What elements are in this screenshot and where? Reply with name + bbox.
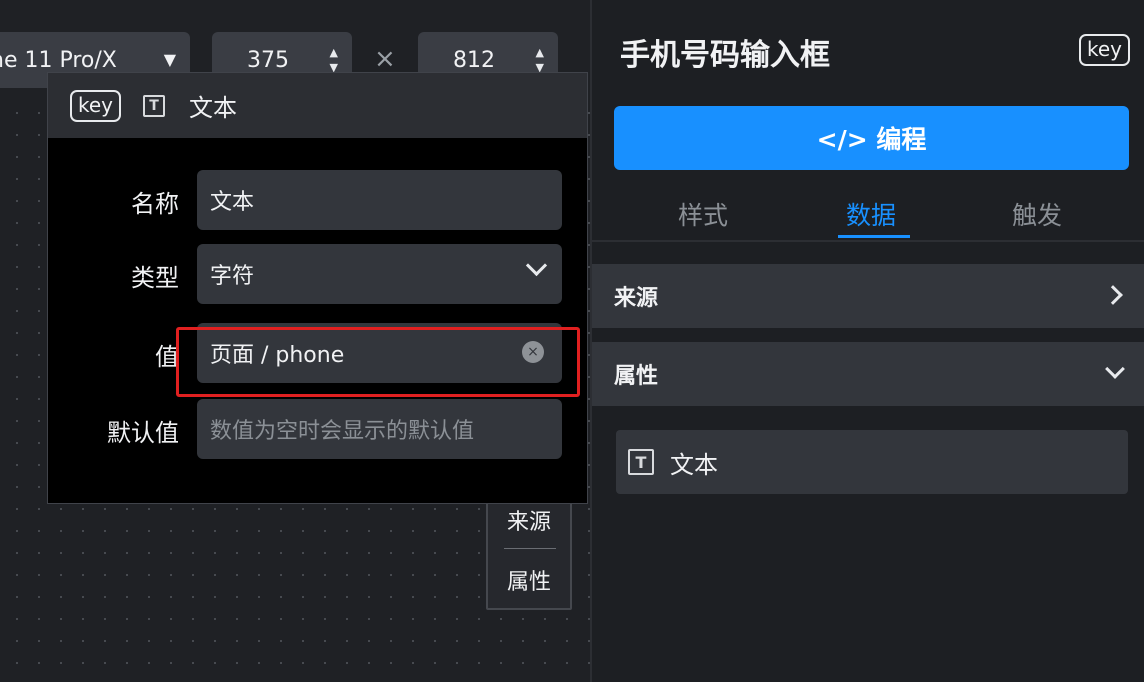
divider [504,548,556,549]
properties-panel: 手机号码输入框 key </> 编程 样式 数据 触发 来源 属性 T 文本 [590,0,1144,682]
type-row: 类型 字符 [48,244,589,306]
chevron-down-icon [1105,359,1125,379]
height-spinner-icon[interactable]: ▲ ▼ [536,45,544,75]
popup-title: 文本 [189,94,238,122]
value-field-highlight [176,327,580,397]
width-value: 375 [247,47,289,73]
panel-tabs: 样式 数据 触发 [592,190,1144,242]
default-value-input[interactable]: 数值为空时会显示的默认值 [197,399,562,459]
text-type-icon: T [143,94,166,117]
attribute-item-label: 文本 [670,450,718,479]
card-source-label: 来源 [506,510,551,535]
tab-data[interactable]: 数据 [846,196,896,232]
active-tab-indicator [838,235,910,238]
card-attrs-label: 属性 [506,570,551,595]
width-spinner-icon[interactable]: ▲ ▼ [330,45,338,75]
attribute-item-text[interactable]: T 文本 [616,430,1128,494]
name-input[interactable]: 文本 [197,170,562,230]
default-label: 默认值 [107,419,179,447]
times-icon: × [374,44,396,74]
field-edit-popup: key T 文本 名称 文本 类型 字符 值 页面 / phone × 默认值 … [47,72,588,504]
name-label: 名称 [131,190,179,218]
tab-trigger[interactable]: 触发 [1012,196,1062,232]
key-icon[interactable]: key [1078,34,1130,66]
section-attributes[interactable]: 属性 [592,342,1144,406]
key-icon[interactable]: key [70,89,122,122]
caret-down-icon: ▼ [163,50,176,69]
type-select[interactable]: 字符 [197,244,562,304]
section-source[interactable]: 来源 [592,264,1144,328]
section-attributes-label: 属性 [614,364,659,389]
name-row: 名称 文本 [48,170,589,232]
section-source-label: 来源 [614,286,659,311]
height-value: 812 [453,47,495,73]
popup-header: key T 文本 [48,73,587,138]
chevron-down-icon [525,254,548,277]
default-row: 默认值 数值为空时会显示的默认值 [48,399,589,461]
type-select-value: 字符 [210,264,255,289]
text-type-icon: T [628,449,654,475]
component-title: 手机号码输入框 [620,38,830,73]
tab-style[interactable]: 样式 [678,196,728,232]
code-button[interactable]: </> 编程 [614,106,1129,170]
chevron-right-icon [1103,285,1123,305]
type-label: 类型 [131,264,179,292]
device-select-value: ne 11 Pro/X [0,47,117,73]
